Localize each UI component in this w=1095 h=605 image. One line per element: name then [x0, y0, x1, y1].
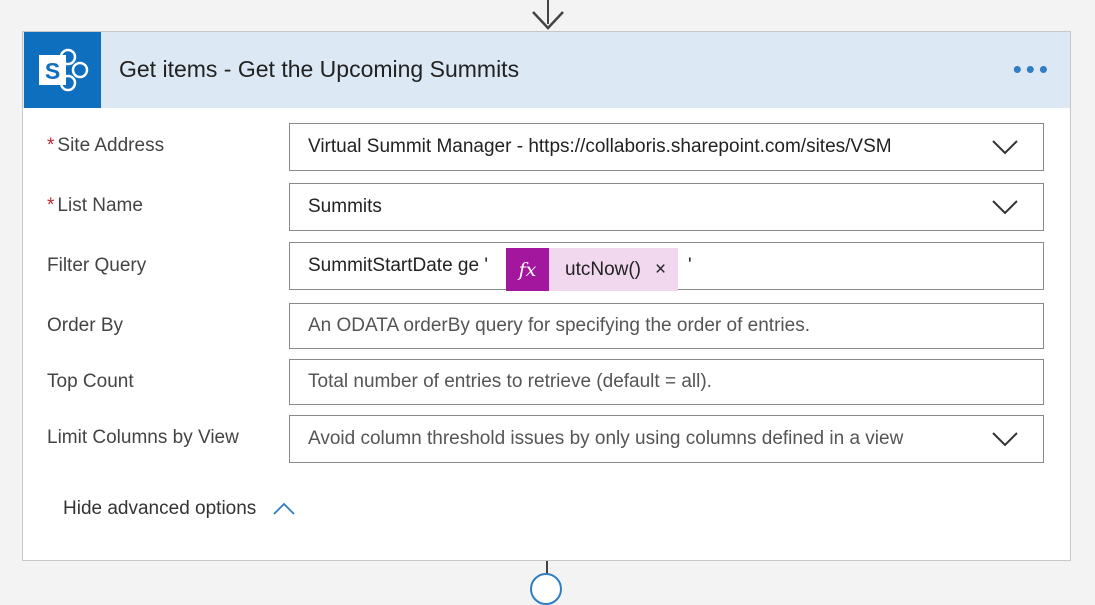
list-name-dropdown[interactable]: Summits: [289, 183, 1044, 231]
action-title[interactable]: Get items - Get the Upcoming Summits: [119, 56, 519, 83]
expression-fx-icon: fx: [506, 248, 549, 291]
expression-token[interactable]: fx utcNow() ×: [506, 248, 679, 291]
limit-columns-dropdown[interactable]: Avoid column threshold issues by only us…: [289, 415, 1044, 463]
chevron-down-icon[interactable]: [967, 416, 1043, 462]
chevron-down-icon[interactable]: [967, 124, 1043, 170]
svg-text:S: S: [44, 58, 59, 84]
site-address-label: * Site Address: [47, 135, 165, 156]
filter-query-input[interactable]: SummitStartDate ge ' fx utcNow() × ': [289, 242, 1044, 291]
close-icon[interactable]: ×: [655, 259, 666, 281]
site-address-dropdown[interactable]: Virtual Summit Manager - https://collabo…: [289, 123, 1044, 171]
required-marker: *: [47, 135, 55, 156]
action-header[interactable]: S Get items - Get the Upcoming Summits •…: [23, 32, 1070, 108]
list-name-value: Summits: [308, 196, 382, 217]
advanced-options-label: Hide advanced options: [63, 498, 257, 519]
list-name-row: * List Name Summits: [23, 183, 1070, 231]
list-name-label: * List Name: [47, 195, 143, 216]
site-address-row: * Site Address Virtual Summit Manager - h…: [23, 123, 1070, 171]
filter-query-suffix: ': [688, 255, 692, 276]
more-options-icon[interactable]: •••: [1013, 54, 1052, 85]
connector-arrow-icon: [532, 0, 564, 30]
token-name: utcNow(): [565, 258, 642, 280]
limit-columns-row: Limit Columns by View Avoid column thres…: [23, 415, 1070, 463]
filter-query-row: Filter Query SummitStartDate ge ' fx utc…: [23, 242, 1070, 291]
top-count-label: Top Count: [47, 371, 134, 392]
order-by-input[interactable]: An ODATA orderBy query for specifying th…: [289, 303, 1044, 349]
limit-columns-placeholder: Avoid column threshold issues by only us…: [308, 428, 904, 449]
filter-query-prefix: SummitStartDate ge ': [308, 255, 488, 276]
site-address-value: Virtual Summit Manager - https://collabo…: [308, 136, 892, 157]
order-by-label: Order By: [47, 315, 124, 336]
top-count-input[interactable]: Total number of entries to retrieve (def…: [289, 359, 1044, 405]
hide-advanced-options-toggle[interactable]: Hide advanced options: [63, 498, 296, 520]
chevron-down-icon[interactable]: [967, 184, 1043, 230]
chevron-up-icon: [273, 502, 295, 515]
sharepoint-logo-icon: S: [24, 32, 101, 108]
top-count-row: Top Count Total number of entries to ret…: [23, 359, 1070, 407]
filter-query-label: Filter Query: [47, 255, 147, 276]
limit-columns-label: Limit Columns by View: [47, 427, 239, 448]
add-step-icon[interactable]: [530, 573, 562, 605]
order-by-row: Order By An ODATA orderBy query for spec…: [23, 303, 1070, 351]
top-count-placeholder: Total number of entries to retrieve (def…: [308, 371, 712, 392]
order-by-placeholder: An ODATA orderBy query for specifying th…: [308, 315, 810, 336]
required-marker: *: [47, 195, 55, 216]
action-card: S Get items - Get the Upcoming Summits •…: [22, 31, 1071, 561]
